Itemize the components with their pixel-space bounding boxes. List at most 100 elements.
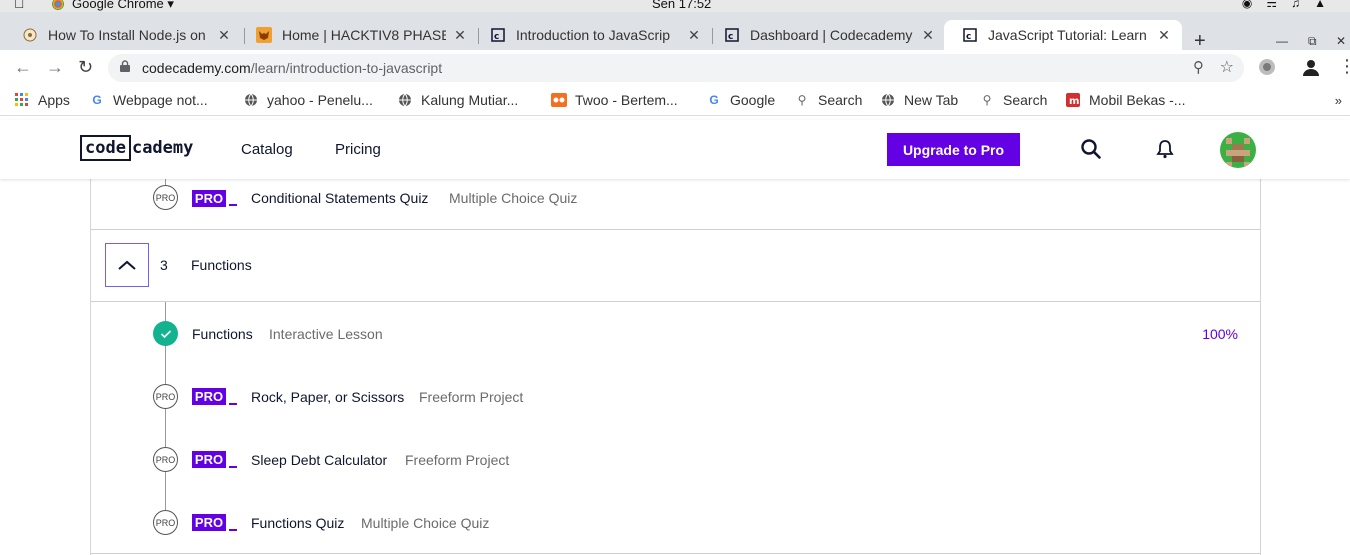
close-tab-icon[interactable]: ✕ bbox=[216, 27, 232, 44]
pro-badge-underline bbox=[229, 529, 237, 531]
tab-3[interactable]: c Dashboard | Codecademy ✕ bbox=[706, 20, 946, 50]
nav-catalog[interactable]: Catalog bbox=[241, 141, 293, 158]
car-icon: m bbox=[1065, 92, 1081, 108]
close-tab-icon[interactable]: ✕ bbox=[920, 27, 936, 44]
globe-icon bbox=[243, 92, 259, 108]
tab-title: JavaScript Tutorial: Learn bbox=[988, 27, 1147, 43]
bookmark-label: Google bbox=[730, 92, 776, 108]
zoom-icon[interactable]: ⚲ bbox=[1193, 58, 1204, 76]
close-tab-icon[interactable]: ✕ bbox=[452, 27, 468, 44]
bookmark-item[interactable]: Kalung Mutiar... bbox=[397, 92, 518, 108]
apple-icon[interactable]:  bbox=[14, 0, 25, 11]
item-title[interactable]: Conditional Statements Quiz bbox=[251, 190, 428, 206]
close-tab-icon[interactable]: ✕ bbox=[1156, 27, 1172, 44]
pro-badge-underline bbox=[229, 204, 237, 206]
tab-strip: How To Install Node.js on ✕ Home | HACKT… bbox=[0, 12, 1350, 52]
back-icon[interactable]: ← bbox=[14, 57, 32, 78]
bookmark-item[interactable]: ⚲ Search bbox=[979, 92, 1048, 108]
codecademy-icon: c bbox=[724, 27, 740, 43]
item-type: Freeform Project bbox=[405, 452, 510, 468]
bookmarks-bar: Apps G Webpage not... yahoo - Penelu... … bbox=[0, 86, 1350, 116]
tab-title: Home | HACKTIV8 PHASE bbox=[282, 27, 446, 43]
close-tab-icon[interactable]: ✕ bbox=[686, 27, 702, 44]
forward-icon[interactable]: → bbox=[46, 57, 64, 78]
tab-title: Dashboard | Codecademy bbox=[750, 27, 913, 43]
codecademy-logo[interactable]: code cademy bbox=[80, 135, 193, 161]
codecademy-icon: c bbox=[490, 27, 506, 43]
extension-icon[interactable] bbox=[1258, 58, 1276, 76]
bookmark-item[interactable]: ⚲ Search bbox=[794, 92, 863, 108]
bookmark-item[interactable]: yahoo - Penelu... bbox=[243, 92, 373, 108]
globe-icon bbox=[397, 92, 413, 108]
nav-pricing[interactable]: Pricing bbox=[335, 141, 381, 158]
bookmark-star-icon[interactable]: ☆ bbox=[1220, 57, 1234, 77]
upgrade-to-pro-button[interactable]: Upgrade to Pro bbox=[887, 133, 1020, 166]
syllabus-panel: PRO PRO Conditional Statements Quiz Mult… bbox=[90, 179, 1261, 555]
bookmark-item[interactable]: Twoo - Bertem... bbox=[551, 92, 678, 108]
bookmark-item[interactable]: G Webpage not... bbox=[89, 92, 208, 108]
item-type: Multiple Choice Quiz bbox=[449, 190, 578, 206]
bookmark-label: yahoo - Penelu... bbox=[267, 92, 373, 108]
fox-icon bbox=[256, 27, 272, 43]
bookmark-label: Search bbox=[1003, 92, 1048, 108]
menu-kebab-icon[interactable]: ⋮ bbox=[1338, 56, 1350, 77]
bookmark-label: Webpage not... bbox=[113, 92, 208, 108]
chevron-up-icon bbox=[118, 260, 136, 270]
bookmark-label: Kalung Mutiar... bbox=[421, 92, 519, 108]
bookmarks-overflow-icon[interactable]: » bbox=[1335, 93, 1342, 108]
app-menu[interactable]: Google Chrome ▾ bbox=[52, 0, 174, 12]
browser-toolbar: ← → ↻ codecademy.com/learn/introduction-… bbox=[0, 50, 1350, 86]
minimize-icon[interactable]: — bbox=[1276, 34, 1288, 48]
bookmark-label: New Tab bbox=[904, 92, 959, 108]
restore-icon[interactable]: ⧉ bbox=[1308, 34, 1317, 49]
item-title[interactable]: Sleep Debt Calculator bbox=[251, 452, 387, 468]
site-header: code cademy Catalog Pricing Upgrade to Pr… bbox=[0, 120, 1350, 179]
search-icon: ⚲ bbox=[982, 93, 992, 107]
url-host: codecademy.com bbox=[142, 60, 251, 76]
bookmark-item[interactable]: m Mobil Bekas -... bbox=[1065, 92, 1185, 108]
module-number: 3 bbox=[160, 257, 168, 273]
bookmark-item[interactable]: G Google bbox=[706, 92, 775, 108]
globe-icon bbox=[880, 92, 896, 108]
item-title[interactable]: Functions Quiz bbox=[251, 515, 344, 531]
profile-icon[interactable] bbox=[1302, 58, 1320, 76]
tab-4-active[interactable]: c JavaScript Tutorial: Learn ✕ bbox=[944, 20, 1182, 50]
system-tray[interactable]: ◉☵♫▲ bbox=[1242, 0, 1340, 10]
item-title[interactable]: Functions bbox=[192, 326, 253, 342]
codecademy-icon: c bbox=[962, 27, 978, 43]
pro-badge: PRO bbox=[192, 451, 226, 468]
pro-badge: PRO bbox=[192, 190, 226, 207]
apps-grid-icon bbox=[14, 92, 30, 108]
avatar[interactable] bbox=[1220, 132, 1256, 168]
collapse-module-button[interactable] bbox=[105, 243, 149, 287]
tab-0[interactable]: How To Install Node.js on ✕ bbox=[4, 20, 242, 50]
search-icon: ⚲ bbox=[797, 93, 807, 107]
svg-text:c: c bbox=[728, 32, 733, 42]
reload-icon[interactable]: ↻ bbox=[78, 57, 93, 78]
item-title[interactable]: Rock, Paper, or Scissors bbox=[251, 389, 404, 405]
bookmark-label: Search bbox=[818, 92, 863, 108]
svg-text:c: c bbox=[494, 32, 499, 42]
syllabus-area: PRO PRO Conditional Statements Quiz Mult… bbox=[0, 179, 1350, 555]
pro-badge: PRO bbox=[192, 514, 226, 531]
bookmark-apps[interactable]: Apps bbox=[14, 92, 70, 108]
globe-icon bbox=[22, 27, 38, 43]
logo-code: code bbox=[80, 135, 131, 161]
close-window-icon[interactable]: ✕ bbox=[1336, 34, 1346, 48]
os-menu-bar:  Google Chrome ▾ Sen 17:52 ◉☵♫▲ bbox=[0, 0, 1350, 12]
twoo-icon bbox=[551, 92, 567, 108]
tab-1[interactable]: Home | HACKTIV8 PHASE ✕ bbox=[238, 20, 478, 50]
tab-2[interactable]: c Introduction to JavaScrip ✕ bbox=[472, 20, 712, 50]
notification-bell-icon[interactable] bbox=[1154, 138, 1176, 160]
divider bbox=[91, 301, 1260, 302]
pro-lock-circle: PRO bbox=[153, 447, 178, 472]
bookmark-label: Apps bbox=[38, 92, 70, 108]
clock[interactable]: Sen 17:52 bbox=[652, 0, 711, 11]
tab-title: How To Install Node.js on bbox=[48, 27, 206, 43]
url-text: codecademy.com/learn/introduction-to-jav… bbox=[142, 60, 442, 76]
completed-check-icon bbox=[153, 321, 178, 346]
divider bbox=[91, 553, 1260, 554]
address-bar[interactable]: codecademy.com/learn/introduction-to-jav… bbox=[108, 54, 1244, 82]
search-icon[interactable] bbox=[1080, 138, 1102, 160]
bookmark-item[interactable]: New Tab bbox=[880, 92, 958, 108]
